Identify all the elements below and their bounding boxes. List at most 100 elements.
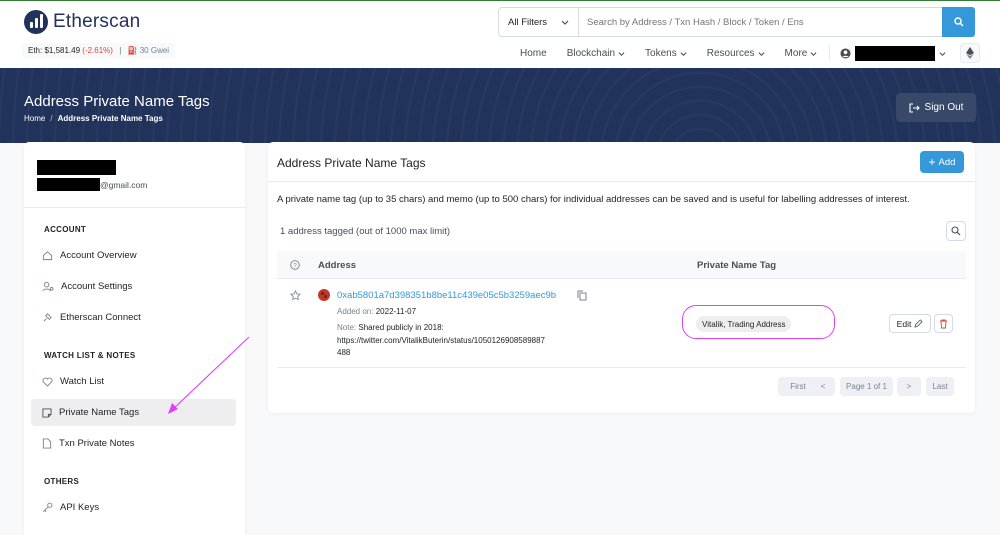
- chevron-down-icon: [939, 51, 946, 56]
- star-icon[interactable]: [290, 290, 301, 301]
- private-name-tag-badge: Vitalik, Trading Address: [696, 316, 792, 332]
- breadcrumb-home[interactable]: Home: [24, 114, 45, 123]
- section-heading-others: OTHERS: [44, 477, 80, 486]
- sidebar-item-label: Etherscan Connect: [60, 312, 141, 323]
- added-date: 2022-11-07: [375, 307, 417, 316]
- sidebar-item-api-keys[interactable]: API Keys: [31, 494, 236, 521]
- heart-icon: [42, 377, 53, 387]
- pagination-prev[interactable]: <: [811, 377, 835, 396]
- note-text-line3: 488: [337, 348, 351, 357]
- tag-count: 1 address tagged (out of 1000 max limit): [280, 226, 451, 237]
- nav-label: Home: [520, 47, 547, 59]
- sticky-note-icon: [42, 407, 52, 418]
- nav-more[interactable]: More: [775, 48, 828, 59]
- section-heading-watch-list: WATCH LIST & NOTES: [44, 351, 136, 360]
- gas-value: 30 Gwei: [139, 46, 170, 55]
- sidebar-item-label: Txn Private Notes: [59, 438, 135, 449]
- table-search-button[interactable]: [946, 221, 966, 241]
- sidebar-item-account-overview[interactable]: Account Overview: [31, 242, 236, 269]
- user-menu[interactable]: [832, 45, 954, 61]
- note: Note: Shared publicly in 2018: https://t…: [337, 322, 545, 360]
- section-heading-account: ACCOUNT: [44, 225, 87, 234]
- table-row: 0xab5801a7d398351b8be11c439e05c5b3259aec…: [277, 280, 966, 368]
- nav-label: More: [784, 47, 808, 59]
- nav-blockchain[interactable]: Blockchain: [557, 48, 635, 59]
- file-icon: [42, 438, 52, 449]
- search-input[interactable]: [579, 8, 942, 36]
- edit-button[interactable]: Edit: [889, 314, 931, 333]
- brand-name: Etherscan: [53, 11, 141, 32]
- edit-label: Edit: [896, 318, 912, 329]
- add-label: Add: [938, 156, 956, 168]
- gas-price[interactable]: ⛽ 30 Gwei: [128, 46, 170, 55]
- chevron-down-icon: [561, 20, 569, 25]
- connect-icon: [43, 313, 52, 322]
- sidebar-item-label: Private Name Tags: [59, 407, 140, 418]
- redacted-username: [855, 45, 936, 61]
- nav-resources[interactable]: Resources: [697, 48, 775, 59]
- copy-icon[interactable]: [577, 290, 587, 301]
- filter-label: All Filters: [508, 16, 548, 28]
- pagination-last[interactable]: Last: [926, 377, 954, 396]
- search-icon: [951, 226, 961, 236]
- etherscan-logo-icon: [24, 10, 48, 34]
- help-circle-icon[interactable]: ?: [290, 260, 300, 270]
- added-on: Added on: 2022-11-07: [337, 307, 416, 316]
- sidebar-item-account-settings[interactable]: Account Settings: [31, 273, 236, 300]
- breadcrumb-separator: /: [50, 114, 53, 123]
- network-switch-button[interactable]: [960, 43, 981, 63]
- sidebar-item-etherscan-connect[interactable]: Etherscan Connect: [31, 304, 236, 331]
- address-link[interactable]: 0xab5801a7d398351b8be11c439e05c5b3259aec…: [337, 290, 556, 301]
- gas-pump-icon: ⛽: [127, 46, 138, 55]
- nav-label: Blockchain: [566, 47, 616, 59]
- annotation-arrow: [168, 336, 250, 414]
- sign-out-label: Sign Out: [924, 102, 964, 113]
- nav-divider: [829, 45, 831, 61]
- email-suffix: @gmail.com: [100, 180, 148, 190]
- pencil-icon: [914, 319, 924, 328]
- search-icon: [953, 17, 964, 27]
- delete-button[interactable]: [934, 314, 953, 333]
- note-label: Note:: [337, 323, 357, 332]
- page-hero: Address Private Name Tags Home / Address P…: [0, 68, 1000, 143]
- home-icon: [42, 251, 53, 261]
- ethereum-icon: [966, 47, 975, 59]
- sidebar-item-label: API Keys: [60, 502, 100, 513]
- price-separator: |: [119, 46, 122, 55]
- breadcrumb-current: Address Private Name Tags: [57, 114, 163, 123]
- sidebar-item-label: Account Settings: [61, 281, 133, 292]
- sidebar-item-label: Account Overview: [60, 250, 137, 261]
- sign-out-button[interactable]: Sign Out: [896, 93, 976, 122]
- address-avatar-icon: [318, 289, 330, 301]
- card-header: Address Private Name Tags + Add: [268, 142, 975, 182]
- column-header-private-name-tag: Private Name Tag: [697, 260, 777, 271]
- note-text-line2: https://twitter.com/VitalikButerin/statu…: [337, 335, 545, 345]
- sidebar-item-label: Watch List: [60, 376, 104, 387]
- pagination-next[interactable]: >: [897, 377, 921, 396]
- plus-icon: +: [928, 155, 936, 169]
- note-text-line1: Shared publicly in 2018:: [358, 323, 444, 332]
- name-tags-card: Address Private Name Tags + Add A privat…: [268, 142, 975, 413]
- page-title: Address Private Name Tags: [24, 93, 210, 110]
- table-header: ? Address Private Name Tag: [277, 251, 966, 279]
- eth-price-change: (-2.61%): [82, 46, 113, 55]
- logo[interactable]: Etherscan: [24, 10, 140, 34]
- svg-text:?: ?: [293, 263, 297, 269]
- main-nav: Home Blockchain Tokens Resources More: [510, 41, 981, 65]
- chevron-down-icon: [618, 51, 625, 56]
- user-settings-icon: [42, 281, 54, 292]
- redacted-email: [37, 178, 100, 191]
- sidebar-item-txn-private-notes[interactable]: Txn Private Notes: [31, 430, 236, 457]
- search-button[interactable]: [942, 7, 975, 37]
- add-button[interactable]: + Add: [920, 151, 964, 173]
- nav-tokens[interactable]: Tokens: [635, 48, 697, 59]
- top-bar: Etherscan Eth: $1,581.49 (-2.61%) | ⛽ 30…: [0, 0, 1000, 68]
- breadcrumb: Home / Address Private Name Tags: [24, 114, 163, 123]
- trash-icon: [940, 319, 947, 328]
- eth-price-bar: Eth: $1,581.49 (-2.61%) | ⛽ 30 Gwei: [22, 43, 176, 58]
- nav-home[interactable]: Home: [510, 48, 557, 59]
- card-title: Address Private Name Tags: [277, 156, 426, 170]
- search-filter-select[interactable]: All Filters: [499, 8, 579, 36]
- eth-price: Eth: $1,581.49: [28, 46, 81, 55]
- sign-out-icon: [908, 102, 920, 113]
